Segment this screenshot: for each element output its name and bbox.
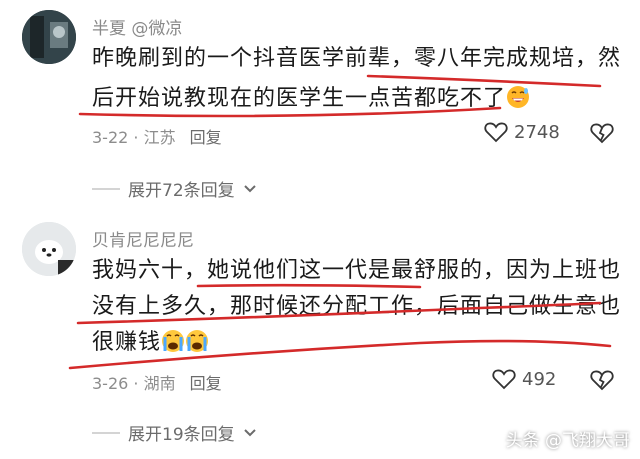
crying-emoji xyxy=(185,329,209,362)
date-location: 3-22 · 江苏 xyxy=(92,128,176,147)
expand-replies-label: 展开19条回复 xyxy=(128,425,235,445)
chevron-down-icon xyxy=(243,184,256,192)
broken-heart-icon xyxy=(590,370,614,391)
comment-text-line: 我妈六十，她说他们这一代是最舒服的，因为上班也 xyxy=(92,258,622,283)
like-button[interactable]: 2748 xyxy=(484,121,560,143)
divider xyxy=(92,187,120,190)
broken-heart-icon xyxy=(590,123,614,144)
like-count: 2748 xyxy=(514,121,560,143)
username[interactable]: 半夏 @微凉 xyxy=(92,14,182,39)
comment-text-line: 很赚钱 xyxy=(92,328,209,362)
comment-text-line: 后开始说教现在的医学生一点苦都吃不了 xyxy=(92,84,530,118)
comment-meta: 3-26 · 湖南 回复 xyxy=(92,370,222,394)
grinning-sweat-emoji xyxy=(506,85,530,118)
watermark: 头条 @飞翔大哥 xyxy=(505,431,630,451)
reply-button[interactable]: 回复 xyxy=(190,374,222,393)
reply-button[interactable]: 回复 xyxy=(190,128,222,147)
comment-text: 很赚钱 xyxy=(92,330,162,355)
like-count: 492 xyxy=(522,368,557,390)
heart-icon xyxy=(492,369,516,390)
date-location: 3-26 · 湖南 xyxy=(92,374,176,393)
dislike-button[interactable] xyxy=(590,369,614,395)
dislike-button[interactable] xyxy=(590,122,614,148)
username[interactable]: 贝肯尼尼尼尼 xyxy=(92,226,194,251)
comment-text: 后开始说教现在的医学生一点苦都吃不了 xyxy=(92,86,507,111)
comment-text-line: 昨晚刷到的一个抖音医学前辈，零八年完成规培，然 xyxy=(92,46,622,71)
expand-replies-label: 展开72条回复 xyxy=(128,181,235,201)
avatar[interactable] xyxy=(22,10,76,64)
expand-replies-button[interactable]: 展开72条回复 xyxy=(92,176,257,201)
divider xyxy=(92,431,120,434)
comment-meta: 3-22 · 江苏 回复 xyxy=(92,124,222,148)
crying-emoji xyxy=(161,329,185,362)
comment-text-line: 没有上多久，那时候还分配工作，后面自己做生意也 xyxy=(92,294,622,319)
expand-replies-button[interactable]: 展开19条回复 xyxy=(92,420,257,445)
heart-icon xyxy=(484,122,508,143)
like-button[interactable]: 492 xyxy=(492,368,556,390)
avatar[interactable] xyxy=(22,222,76,276)
chevron-down-icon xyxy=(243,428,256,436)
